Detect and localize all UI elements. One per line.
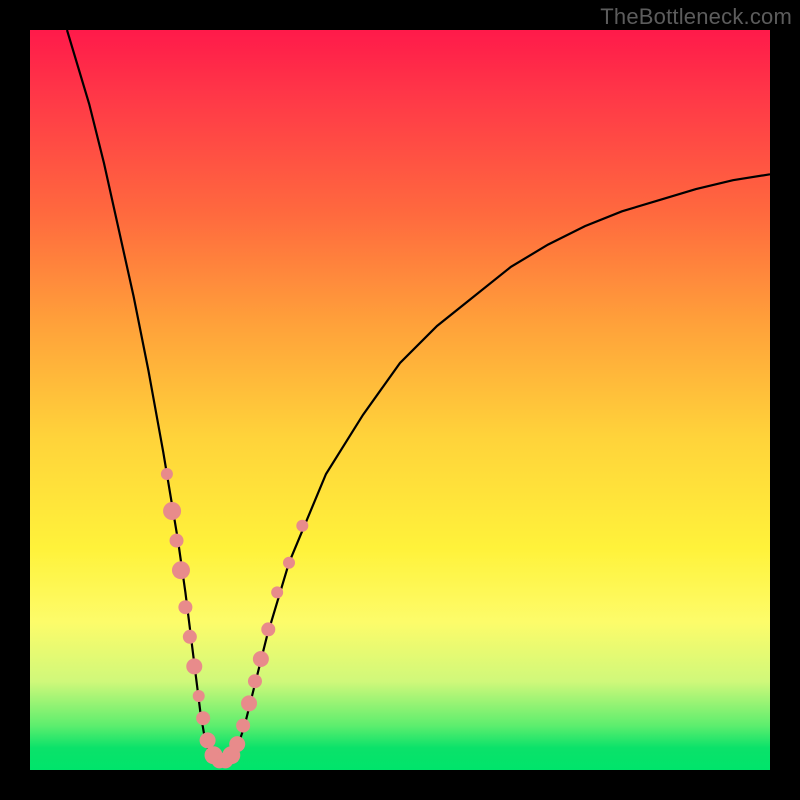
curve-marker [261,622,275,636]
curve-marker [217,752,233,768]
bottleneck-curve-svg [30,30,770,770]
curve-marker [172,561,190,579]
curve-marker [183,630,197,644]
curve-marker [248,674,262,688]
curve-marker [196,711,210,725]
curve-marker [200,732,216,748]
curve-marker [253,651,269,667]
curve-marker [241,695,257,711]
curve-marker [186,658,202,674]
curve-marker [283,557,295,569]
chart-frame: TheBottleneck.com [0,0,800,800]
curve-marker [236,719,250,733]
bottleneck-curve-path [67,30,770,761]
curve-marker [296,520,308,532]
curve-markers [161,468,308,768]
curve-marker [178,600,192,614]
curve-marker [211,752,227,768]
curve-marker [170,534,184,548]
watermark-text: TheBottleneck.com [600,4,792,30]
curve-marker [163,502,181,520]
curve-marker [205,746,223,764]
curve-marker [222,746,240,764]
curve-marker [161,468,173,480]
curve-marker [229,736,245,752]
curve-marker [271,586,283,598]
curve-marker [193,690,205,702]
plot-area [30,30,770,770]
